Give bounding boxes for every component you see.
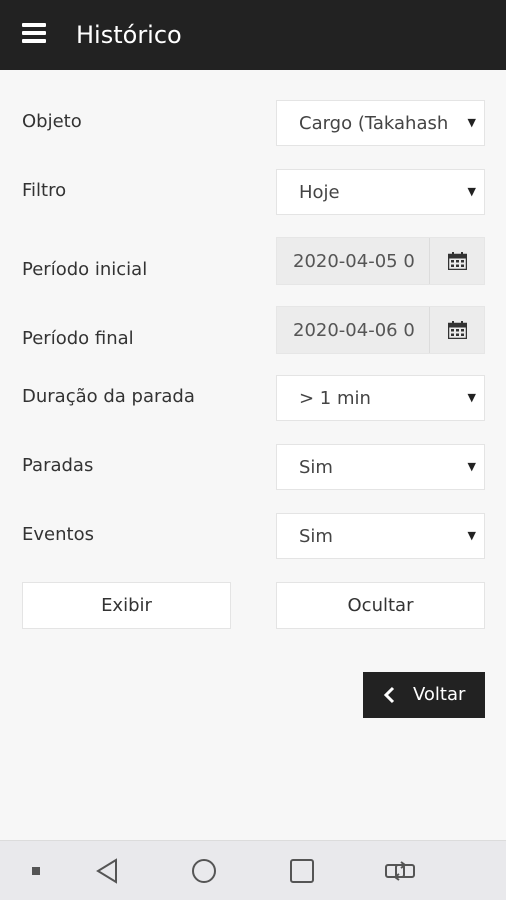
caret-down-icon: ▼ xyxy=(467,391,476,404)
paradas-value: Sim xyxy=(299,457,333,478)
filtro-value: Hoje xyxy=(299,182,340,203)
duracao-parada-select[interactable]: > 1 min ▼ xyxy=(276,375,485,421)
periodo-final-field[interactable]: 2020-04-06 0 xyxy=(276,306,485,354)
page-title: Histórico xyxy=(76,21,182,49)
voltar-label: Voltar xyxy=(413,684,466,705)
paradas-select[interactable]: Sim ▼ xyxy=(276,444,485,490)
chevron-left-icon xyxy=(383,686,395,704)
voltar-button[interactable]: Voltar xyxy=(363,672,485,718)
caret-down-icon: ▼ xyxy=(467,460,476,473)
duracao-parada-label: Duração da parada xyxy=(22,386,195,407)
eventos-select[interactable]: Sim ▼ xyxy=(276,513,485,559)
periodo-inicial-calendar-button[interactable] xyxy=(429,238,484,284)
periodo-final-value: 2020-04-06 0 xyxy=(293,320,415,341)
periodo-inicial-field[interactable]: 2020-04-05 0 xyxy=(276,237,485,285)
calendar-icon xyxy=(448,252,467,270)
duracao-parada-value: > 1 min xyxy=(299,388,371,409)
caret-down-icon: ▼ xyxy=(467,529,476,542)
periodo-inicial-value: 2020-04-05 0 xyxy=(293,251,415,272)
filtro-label: Filtro xyxy=(22,180,67,201)
home-circle-icon[interactable] xyxy=(191,858,217,884)
periodo-inicial-label: Período inicial xyxy=(22,259,148,280)
objeto-label: Objeto xyxy=(22,111,82,132)
ocultar-button[interactable]: Ocultar xyxy=(276,582,485,629)
filtro-select[interactable]: Hoje ▼ xyxy=(276,169,485,215)
recents-square-icon[interactable] xyxy=(289,858,315,884)
objeto-select[interactable]: Cargo (Takahashi) ▼ xyxy=(276,100,485,146)
calendar-icon xyxy=(448,321,467,339)
eventos-value: Sim xyxy=(299,526,333,547)
caret-down-icon: ▼ xyxy=(467,116,476,129)
paradas-label: Paradas xyxy=(22,455,94,476)
back-triangle-icon[interactable] xyxy=(95,858,119,884)
app-bar: Histórico xyxy=(0,0,506,70)
periodo-final-calendar-button[interactable] xyxy=(429,307,484,353)
periodo-final-label: Período final xyxy=(22,328,134,349)
objeto-value: Cargo (Takahashi) xyxy=(299,113,447,134)
menu-icon[interactable] xyxy=(22,22,46,44)
system-nav-bar xyxy=(0,840,506,900)
dot-icon[interactable] xyxy=(32,867,40,875)
eventos-label: Eventos xyxy=(22,524,94,545)
exibir-button[interactable]: Exibir xyxy=(22,582,231,629)
caret-down-icon: ▼ xyxy=(467,185,476,198)
switch-apps-icon[interactable] xyxy=(384,859,416,883)
